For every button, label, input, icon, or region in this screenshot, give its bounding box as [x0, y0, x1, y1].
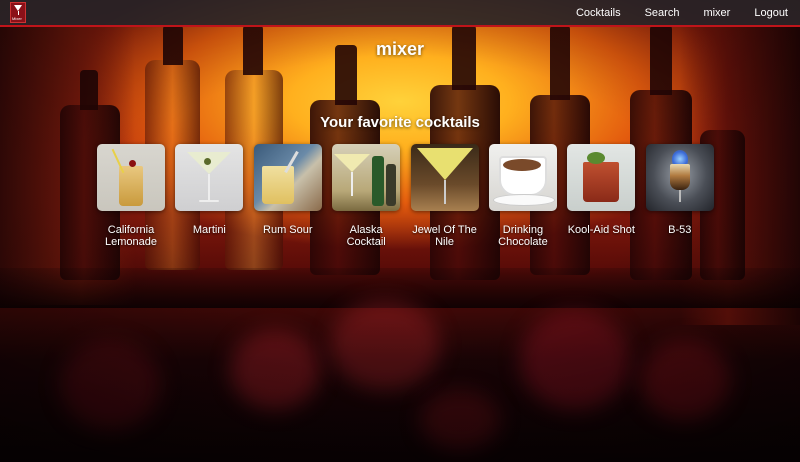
page-title: mixer [375, 39, 425, 59]
cocktail-thumbnail[interactable] [253, 144, 322, 211]
cocktail-card[interactable]: B-53 [645, 144, 714, 248]
bottle-icon [372, 156, 385, 206]
nav-link-cocktails[interactable]: Cocktails [576, 7, 621, 19]
glass-icon [261, 166, 294, 204]
nav-link-user[interactable]: mixer [703, 7, 730, 19]
martini-glass-icon [416, 148, 473, 180]
cocktail-name[interactable]: Alaska Cocktail [332, 224, 400, 248]
cocktail-name[interactable]: B-53 [646, 224, 714, 236]
cocktail-thumbnail[interactable] [175, 144, 244, 211]
cherry-icon [129, 160, 136, 167]
cocktail-name[interactable]: Martini [175, 224, 243, 236]
cocktail-card[interactable]: Alaska Cocktail [332, 144, 401, 248]
cocktail-thumbnail[interactable] [488, 144, 557, 211]
logo-text: Mixer [12, 16, 22, 21]
cocktail-thumbnail[interactable] [567, 144, 636, 211]
glass-stem [678, 190, 681, 202]
shot-glass-icon [669, 164, 690, 190]
cocktail-name[interactable]: Jewel Of The Nile [411, 224, 479, 248]
cocktail-card[interactable]: Kool-Aid Shot [567, 144, 636, 248]
cocktail-card[interactable]: Martini [175, 144, 244, 248]
nav-link-search[interactable]: Search [645, 7, 680, 19]
cocktail-glass-stem [18, 11, 19, 15]
cocktail-name[interactable]: Kool-Aid Shot [567, 224, 635, 236]
section-title: Your favorite cocktails [320, 114, 480, 131]
logo[interactable]: Mixer [10, 2, 26, 23]
cocktail-name[interactable]: California Lemonade [97, 224, 165, 248]
favorite-cocktails-list: California Lemonade Martini Rum Sour Ala… [97, 144, 724, 248]
cocktail-thumbnail[interactable] [410, 144, 479, 211]
glass-base [199, 200, 220, 202]
glass-stem [208, 174, 211, 200]
nav-links: Cocktails Search mixer Logout [552, 0, 788, 25]
chocolate-icon [502, 159, 541, 171]
cocktail-thumbnail[interactable] [332, 144, 401, 211]
cocktail-card[interactable]: California Lemonade [97, 144, 165, 248]
saucer-icon [492, 194, 555, 206]
cocktail-card[interactable]: Rum Sour [253, 144, 322, 248]
cocktail-thumbnail[interactable] [97, 144, 165, 211]
cocktail-name[interactable]: Drinking Chocolate [489, 224, 557, 248]
navbar: Mixer Cocktails Search mixer Logout [0, 0, 800, 27]
glass-stem [443, 180, 446, 204]
cocktail-name[interactable]: Rum Sour [254, 224, 322, 236]
glass-stem [351, 172, 354, 196]
cocktail-card[interactable]: Jewel Of The Nile [410, 144, 479, 248]
straw-icon [111, 148, 125, 174]
nav-link-logout[interactable]: Logout [754, 7, 788, 19]
bottle-icon [386, 164, 397, 206]
cocktail-thumbnail[interactable] [645, 144, 714, 211]
martini-glass-icon [334, 154, 371, 172]
glass-icon [583, 162, 620, 202]
cocktail-card[interactable]: Drinking Chocolate [488, 144, 557, 248]
